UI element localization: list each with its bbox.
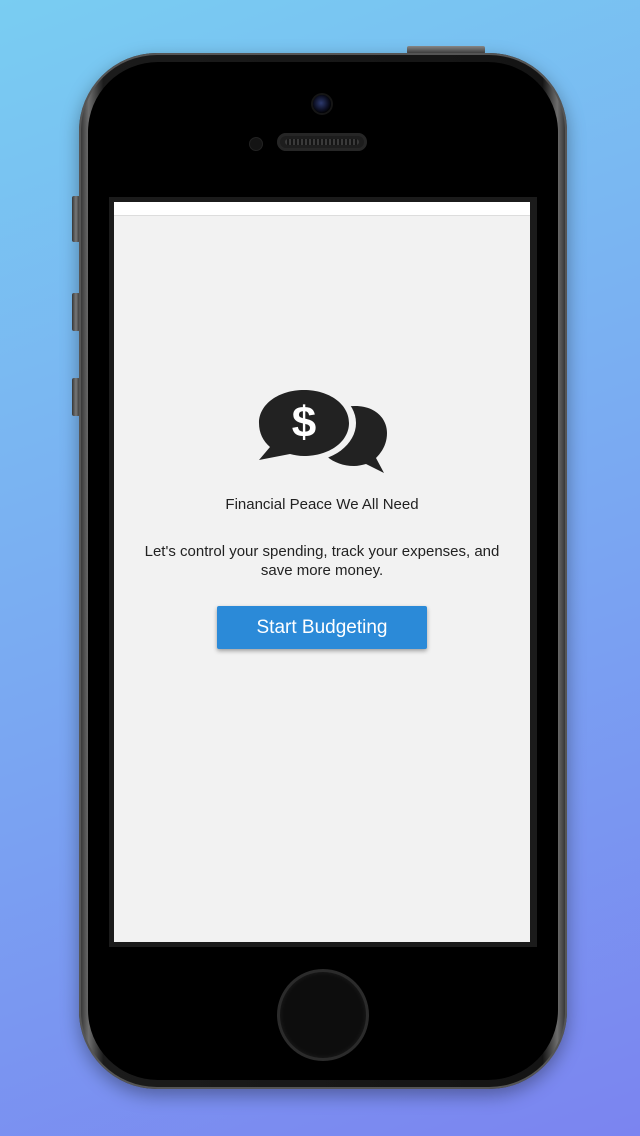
front-camera (313, 95, 331, 113)
dollar-chat-bubbles-icon: $ (252, 384, 388, 493)
svg-text:$: $ (292, 398, 316, 447)
status-bar (114, 202, 530, 216)
app-screen: $ Financial Peace We All Need Let's cont… (114, 202, 530, 942)
proximity-sensor (250, 138, 262, 150)
earpiece-speaker (277, 133, 367, 151)
home-button (280, 972, 366, 1058)
tagline: Financial Peace We All Need (225, 496, 419, 513)
start-budgeting-button[interactable]: Start Budgeting (217, 606, 427, 649)
description-text: Let's control your spending, track your … (144, 543, 500, 579)
